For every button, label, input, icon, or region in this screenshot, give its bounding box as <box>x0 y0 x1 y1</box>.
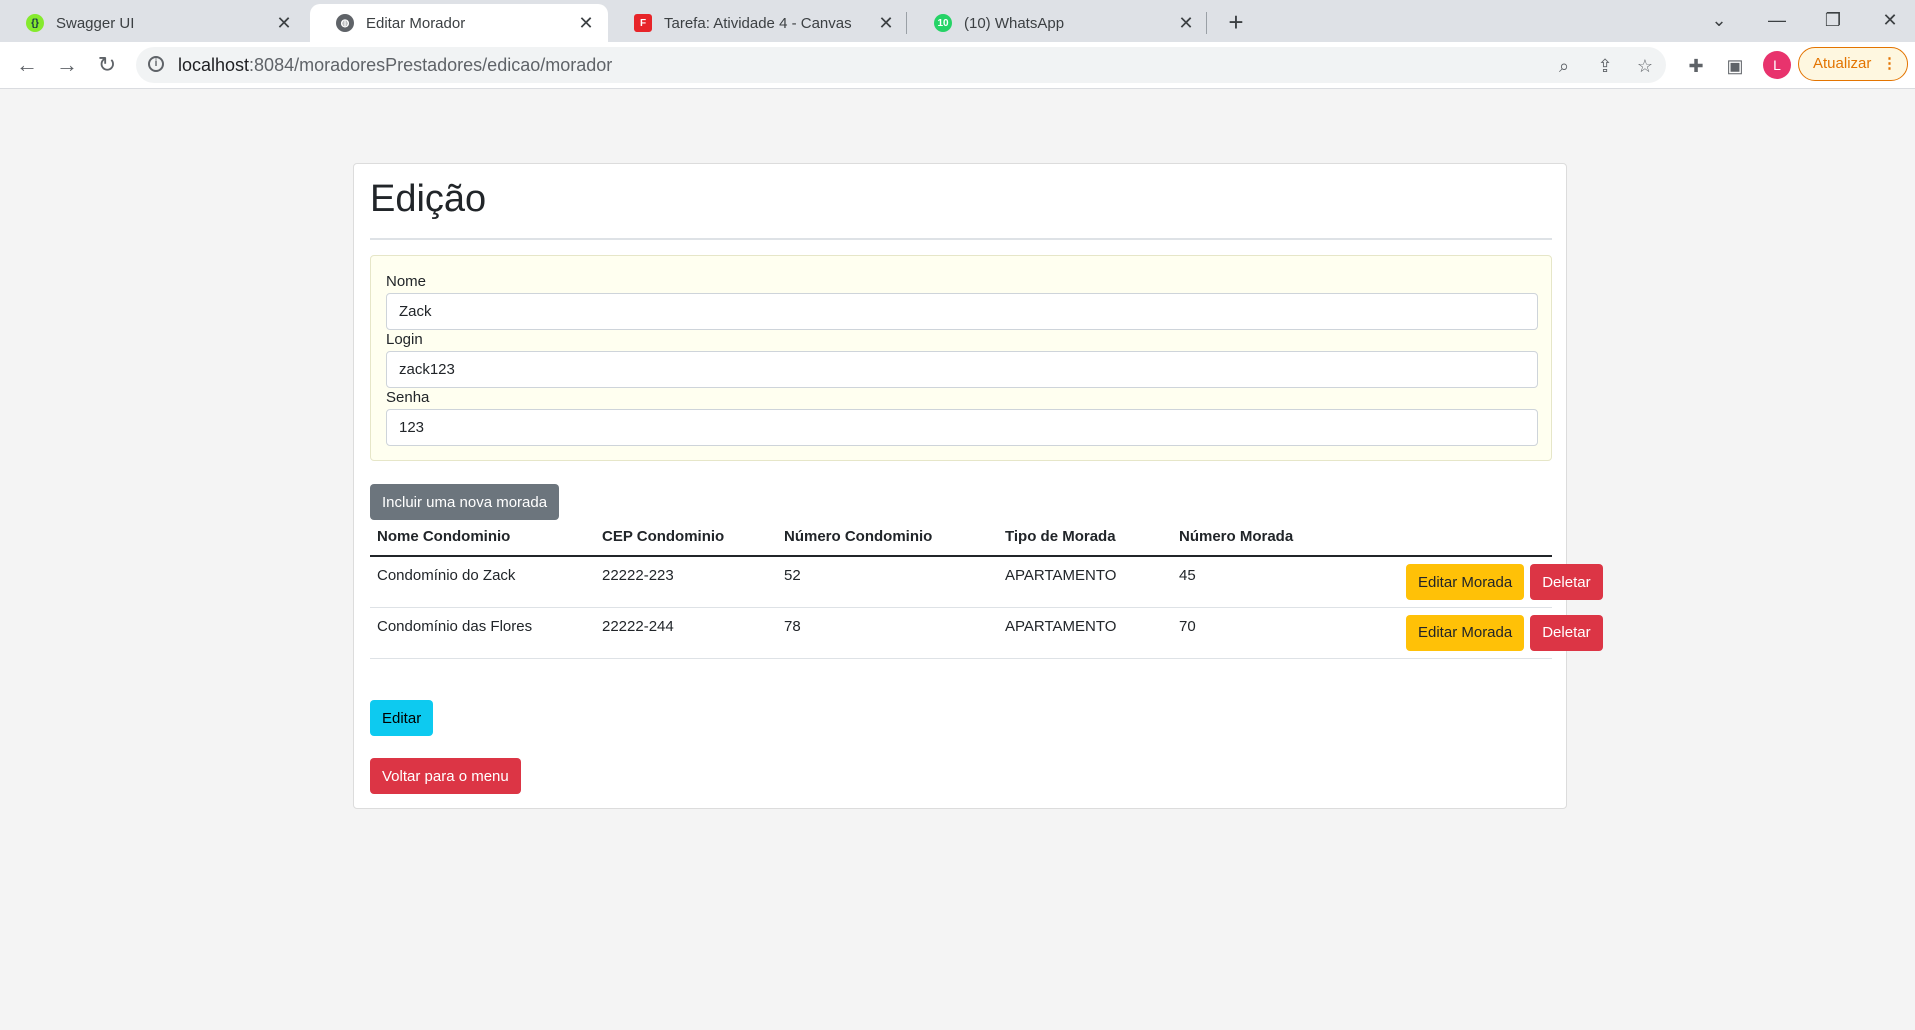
tab-swagger-ui[interactable]: {} Swagger UI ✕ <box>0 4 306 42</box>
delete-morada-button[interactable]: Deletar <box>1530 564 1603 600</box>
url-path: :8084/moradoresPrestadores/edicao/morado… <box>249 55 613 75</box>
column-header: Número Morada <box>1172 517 1380 557</box>
tab-separator <box>1206 12 1207 34</box>
minimize-icon[interactable]: — <box>1757 6 1797 34</box>
page-title: Edição <box>370 178 487 220</box>
close-icon[interactable]: ✕ <box>574 11 598 35</box>
tab-title: Swagger UI <box>56 14 135 32</box>
back-to-menu-button[interactable]: Voltar para o menu <box>370 758 521 794</box>
column-header: CEP Condominio <box>595 517 777 557</box>
senha-field[interactable] <box>386 409 1538 446</box>
avatar[interactable]: L <box>1763 51 1791 79</box>
moradas-table: Nome Condominio CEP Condominio Número Co… <box>370 517 1603 659</box>
url-text[interactable]: localhost:8084/moradoresPrestadores/edic… <box>178 55 612 76</box>
globe-icon: ◍ <box>336 14 354 32</box>
browser-toolbar: ← → ↻ i localhost:8084/moradoresPrestado… <box>0 42 1915 89</box>
edit-card: Edição Nome Login Senha Incluir uma nova… <box>353 163 1603 809</box>
edit-morada-button[interactable]: Editar Morada <box>1406 564 1525 600</box>
close-icon[interactable]: ✕ <box>1174 11 1198 35</box>
editar-button[interactable]: Editar <box>370 700 434 736</box>
new-tab-icon[interactable]: + <box>1222 9 1250 37</box>
login-field[interactable] <box>386 351 1538 388</box>
table-header-row: Nome Condominio CEP Condominio Número Co… <box>370 517 1552 557</box>
column-header: Número Condominio <box>777 517 998 557</box>
tab-whatsapp[interactable]: 10 (10) WhatsApp ✕ <box>908 4 1208 42</box>
url-host: localhost <box>178 55 250 75</box>
cell-numero-morada: 70 <box>1172 607 1380 659</box>
side-panel-icon[interactable]: ▣ <box>1723 54 1747 78</box>
nome-label: Nome <box>386 273 427 290</box>
cell-tipo: APARTAMENTO <box>998 607 1172 659</box>
canvas-icon: F <box>634 14 652 32</box>
zoom-icon[interactable]: ⌕ <box>1553 55 1575 77</box>
tab-search-icon[interactable]: ⌄ <box>1699 6 1739 34</box>
more-menu-icon[interactable]: ⋮ <box>1882 48 1897 80</box>
tab-editar-morador[interactable]: ◍ Editar Morador ✕ <box>310 4 608 42</box>
tab-separator <box>906 12 907 34</box>
forward-icon[interactable]: → <box>52 50 82 80</box>
back-icon[interactable]: ← <box>12 50 42 80</box>
browser-tab-strip: {} Swagger UI ✕ ◍ Editar Morador ✕ F Tar… <box>0 0 1915 42</box>
tab-title: Tarefa: Atividade 4 - Canvas <box>664 14 852 32</box>
cell-nome: Condomínio do Zack <box>370 556 595 608</box>
edit-morada-button[interactable]: Editar Morada <box>1406 614 1525 651</box>
share-icon[interactable]: ⇪ <box>1594 55 1616 77</box>
extensions-icon[interactable]: ✚ <box>1684 54 1708 78</box>
address-bar[interactable]: i localhost:8084/moradoresPrestadores/ed… <box>136 47 1666 83</box>
close-window-icon[interactable]: ✕ <box>1870 6 1910 34</box>
close-icon[interactable]: ✕ <box>272 11 296 35</box>
update-label: Atualizar <box>1813 55 1872 72</box>
senha-label: Senha <box>386 389 430 406</box>
tab-title: Editar Morador <box>366 14 466 32</box>
add-morada-button[interactable]: Incluir uma nova morada <box>370 484 560 520</box>
bookmark-star-icon[interactable]: ☆ <box>1634 55 1656 77</box>
cell-cep: 22222-223 <box>595 556 777 608</box>
update-button[interactable]: Atualizar ⋮ <box>1798 47 1908 81</box>
cell-nome: Condomínio das Flores <box>370 607 595 659</box>
title-divider <box>370 238 1552 240</box>
table-row: Condomínio das Flores 22222-244 78 APART… <box>370 607 1603 659</box>
table-row: Condomínio do Zack 22222-223 52 APARTAME… <box>370 556 1603 608</box>
cell-tipo: APARTAMENTO <box>998 556 1172 608</box>
tab-canvas[interactable]: F Tarefa: Atividade 4 - Canvas ✕ <box>608 4 908 42</box>
cell-numero-condominio: 52 <box>777 556 998 608</box>
restore-icon[interactable]: ❐ <box>1813 6 1853 34</box>
cell-numero-morada: 45 <box>1172 556 1380 608</box>
morador-form: Nome Login Senha <box>370 255 1552 461</box>
delete-morada-button[interactable]: Deletar <box>1530 614 1603 651</box>
tab-title: (10) WhatsApp <box>964 14 1065 32</box>
cell-actions: Editar Morada Deletar <box>1380 607 1603 659</box>
site-info-icon[interactable]: i <box>148 56 164 72</box>
whatsapp-icon: 10 <box>934 14 952 32</box>
cell-cep: 22222-244 <box>595 607 777 659</box>
nome-field[interactable] <box>386 293 1538 330</box>
reload-icon[interactable]: ↻ <box>92 50 122 80</box>
cell-numero-condominio: 78 <box>777 607 998 659</box>
close-icon[interactable]: ✕ <box>874 11 898 35</box>
cell-actions: Editar Morada Deletar <box>1380 556 1603 608</box>
login-label: Login <box>386 331 423 348</box>
column-header: Tipo de Morada <box>998 517 1172 557</box>
swagger-icon: {} <box>26 14 44 32</box>
column-header: Nome Condominio <box>370 517 595 557</box>
column-header <box>1380 517 1552 557</box>
